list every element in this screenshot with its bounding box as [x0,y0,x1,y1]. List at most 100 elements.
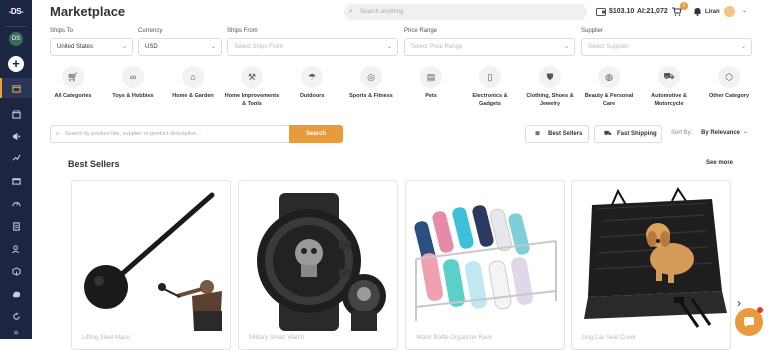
category-all[interactable]: 🛒︎ All Categories [45,66,101,100]
category-toys-hobbies[interactable]: ∞ Toys & Hobbies [105,66,161,100]
category-label: Sports & Fitness [349,93,393,99]
house-icon: ⌂ [182,66,204,88]
ships-from-select[interactable]: Select Ships From ⌄ [227,38,398,56]
search-icon: ⌕ [349,8,353,15]
fast-shipping-button[interactable]: ⛟ Fast Shipping [594,125,662,143]
category-label: Outdoors [299,93,325,99]
price-range-label: Price Range [404,28,438,34]
sidebar-item-documents[interactable] [0,216,32,236]
supplier-label: Supplier [581,28,604,34]
chevron-down-icon[interactable]: ⌄ [743,128,748,135]
see-more-link[interactable]: See more [706,160,733,166]
sidebar-item-analytics[interactable] [0,147,32,167]
category-label: Electronics & Gadgets [472,93,508,107]
sidebar-item-users[interactable] [0,239,32,259]
shirt-icon: ⛊ [539,66,561,88]
category-automotive[interactable]: ⛟ Automotive & Motorcycle [641,66,697,108]
chevron-down-icon: ⌄ [740,44,746,50]
megaphone-icon [12,132,20,140]
category-pets[interactable]: ▤ Pets [403,66,459,100]
product-image-steel-mace [84,192,222,331]
refresh-icon [12,311,20,320]
beauty-icon: ◍ [598,66,620,88]
user-avatar[interactable] [724,6,735,17]
phone-icon: ▯ [479,66,501,88]
category-other[interactable]: ⬡ Other Category [701,66,757,100]
chat-notification-badge [757,307,763,313]
category-label: Other Category [708,93,750,99]
category-electronics[interactable]: ▯ Electronics & Gadgets [462,66,518,108]
ships-to-value: United States [57,44,94,50]
product-card[interactable]: Military Smart Watch [238,180,398,350]
sidebar-item-campaigns[interactable] [0,126,32,146]
workspace-avatar[interactable]: DS [9,32,23,46]
product-image-dog-seat-cover [584,187,727,328]
sidebar-item-marketplace[interactable] [0,78,32,98]
product-title[interactable]: Military Smart Watch [249,335,304,341]
user-name[interactable]: Liran [705,9,720,15]
points-balance[interactable]: AI:21,072 [637,8,668,15]
category-home-improvements[interactable]: ⚒ Home Improvements & Tools [224,66,280,108]
best-sellers-button[interactable]: ≣ Best Sellers [525,125,589,143]
box-icon [11,266,21,276]
supplier-placeholder: Select Supplier [588,44,629,50]
sidebar-item-performance[interactable] [0,193,32,213]
product-card[interactable]: Dog Car Seat Cover [571,180,731,350]
search-button[interactable]: Search [289,125,343,143]
cart-badge: 2 [680,2,688,10]
bell-icon[interactable] [693,7,702,16]
product-image-smart-watch [257,193,386,331]
price-range-select[interactable]: Select Price Range ⌄ [404,38,575,56]
category-sports-fitness[interactable]: ◎ Sports & Fitness [343,66,399,100]
sort-select[interactable]: By Relevance [701,130,740,136]
sidebar-item-gifts[interactable] [0,170,32,190]
product-image-water-bottles [414,205,557,321]
umbrella-icon: ☂ [301,66,323,88]
section-title: Best Sellers [68,159,120,169]
chevron-down-icon[interactable]: ⌄ [742,7,747,14]
global-search-input[interactable]: ⌕ Search anything [344,4,587,20]
ball-icon: ◎ [360,66,382,88]
price-range-placeholder: Select Price Range [411,44,463,50]
global-search-placeholder: Search anything [360,9,404,15]
ships-to-select[interactable]: United States ⌄ [50,38,133,56]
app-logo[interactable]: -DS- [4,4,28,20]
product-title[interactable]: Lifting Steel Mace [82,335,130,341]
category-label: Pets [425,93,437,99]
product-title[interactable]: Dog Car Seat Cover [582,335,636,341]
chart-icon [12,154,21,161]
product-card[interactable]: Lifting Steel Mace [71,180,231,350]
sidebar: -DS- DS + » [0,0,32,339]
product-title[interactable]: Water Bottle Organizer Rack [416,335,492,341]
chat-icon [744,317,754,327]
car-icon: ⛟ [658,66,680,88]
sidebar-item-store[interactable] [0,104,32,124]
document-icon [12,221,20,231]
carousel-next-icon[interactable]: › [737,296,741,310]
sidebar-expand[interactable]: » [0,322,32,342]
page-title: Marketplace [50,4,126,19]
best-sellers-label: Best Sellers [548,131,583,137]
currency-select[interactable]: USD ⌄ [138,38,222,56]
add-button[interactable]: + [8,56,24,72]
category-home-garden[interactable]: ⌂ Home & Garden [165,66,221,100]
sidebar-item-products[interactable] [0,261,32,281]
category-beauty[interactable]: ◍ Beauty & Personal Care [581,66,637,108]
pet-icon: ▤ [420,66,442,88]
wallet-balance[interactable]: $103.10 [609,8,634,15]
sidebar-divider [6,26,26,27]
product-card[interactable]: Water Bottle Organizer Rack [405,180,565,350]
category-label: Automotive & Motorcycle [651,93,687,107]
category-outdoors[interactable]: ☂ Outdoors [284,66,340,100]
currency-value: USD [145,44,158,50]
top-bar: Marketplace ⌕ Search anything $103.10 AI… [32,0,768,24]
expand-icon: » [13,327,19,337]
fast-shipping-label: Fast Shipping [617,131,657,137]
supplier-select[interactable]: Select Supplier ⌄ [581,38,752,56]
gauge-icon [11,201,21,206]
cart-icon: 🛒︎ [62,66,84,88]
product-search-input[interactable]: ⌕ Search by product title, supplier or p… [50,125,290,143]
sidebar-item-upload[interactable] [0,284,32,304]
category-clothing[interactable]: ⛊ Clothing, Shoes & Jewelry [522,66,578,108]
product-search-placeholder: Search by product title, supplier or pro… [65,131,202,137]
